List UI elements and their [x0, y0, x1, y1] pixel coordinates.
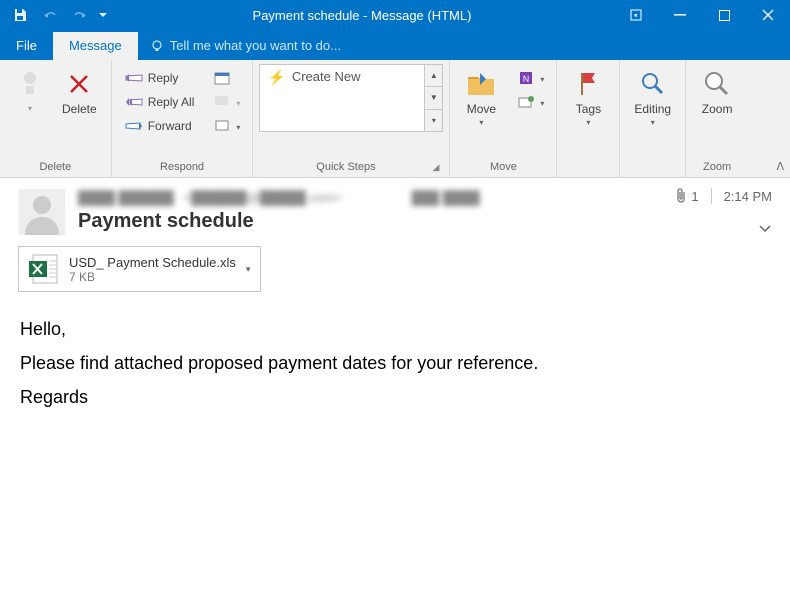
reply-button[interactable]: Reply	[118, 66, 201, 90]
collapse-ribbon-button[interactable]: ᐱ	[776, 160, 784, 173]
forward-icon	[124, 118, 144, 134]
lightning-icon: ⚡	[268, 69, 285, 86]
message-body: Hello, Please find attached proposed pay…	[0, 298, 790, 429]
window-buttons	[614, 0, 790, 30]
tab-file[interactable]: File	[0, 32, 53, 60]
save-icon[interactable]	[6, 1, 34, 29]
qs-up-button[interactable]: ▲	[425, 65, 442, 87]
chat-icon	[212, 94, 232, 110]
redo-icon[interactable]	[66, 1, 94, 29]
reply-icon	[124, 70, 144, 86]
close-button[interactable]	[746, 0, 790, 30]
qs-down-button[interactable]: ▼	[425, 87, 442, 109]
tags-button[interactable]: Tags ▾	[563, 64, 613, 131]
group-respond: Reply Reply All Forward ▾ ▾ Respond	[112, 60, 254, 177]
quick-steps-scroll: ▲ ▼ ▾	[425, 64, 443, 132]
group-quick-steps: ⚡ Create New ▲ ▼ ▾ Quick Steps◢	[253, 60, 450, 177]
quick-step-create-new[interactable]: ⚡ Create New	[259, 64, 425, 132]
group-zoom: Zoom Zoom	[686, 60, 748, 177]
group-editing: Editing ▾	[620, 60, 686, 177]
lightbulb-icon	[150, 39, 164, 53]
sender-avatar	[18, 188, 66, 236]
rules-button[interactable]: N▾	[510, 66, 550, 90]
svg-text:N: N	[523, 74, 530, 84]
minimize-button[interactable]	[658, 0, 702, 30]
delete-icon	[63, 68, 95, 100]
attachments-area: USD_ Payment Schedule.xls 7 KB ▾	[0, 236, 790, 298]
excel-file-icon	[29, 253, 61, 285]
minimize-popup-icon[interactable]	[614, 0, 658, 30]
quick-access-toolbar	[0, 1, 110, 29]
ribbon: ▾ Delete Delete Reply Reply All	[0, 60, 790, 178]
paperclip-icon	[675, 188, 687, 204]
window-title: Payment schedule - Message (HTML)	[110, 8, 614, 23]
junk-icon	[14, 68, 46, 100]
ignore-junk-button[interactable]: ▾	[6, 64, 54, 117]
attachment-indicator: 1	[675, 188, 698, 204]
quicksteps-launcher[interactable]: ◢	[432, 162, 443, 177]
sender-name: ████ ██████	[78, 190, 174, 205]
message-subject: Payment schedule	[78, 210, 772, 233]
delete-button[interactable]: Delete	[54, 64, 105, 120]
editing-button[interactable]: Editing ▾	[626, 64, 679, 131]
recipient: ███ ████	[412, 190, 480, 205]
attachment-item[interactable]: USD_ Payment Schedule.xls 7 KB ▾	[18, 246, 261, 292]
tab-message[interactable]: Message	[53, 32, 138, 60]
meeting-button[interactable]	[206, 66, 246, 90]
maximize-button[interactable]	[702, 0, 746, 30]
move-button[interactable]: Move ▾	[456, 64, 506, 131]
tell-me-search[interactable]: Tell me what you want to do...	[138, 38, 353, 60]
message-header: ████ ██████ <██████@█████.com> ███ ████ …	[0, 178, 790, 236]
zoom-button[interactable]: Zoom	[692, 64, 742, 120]
reply-all-icon	[124, 94, 144, 110]
ribbon-tabs: File Message Tell me what you want to do…	[0, 30, 790, 60]
flag-icon	[572, 68, 604, 100]
expand-header-button[interactable]	[758, 220, 772, 238]
find-icon	[637, 68, 669, 100]
qs-gallery-button[interactable]: ▾	[425, 110, 442, 131]
sender-email: <██████@█████.com>	[184, 190, 342, 205]
attachment-dropdown[interactable]: ▾	[236, 264, 251, 275]
move-folder-icon	[465, 68, 497, 100]
actions-button[interactable]: ▾	[510, 90, 550, 114]
attachment-size: 7 KB	[69, 270, 236, 284]
title-bar: Payment schedule - Message (HTML)	[0, 0, 790, 30]
forward-button[interactable]: Forward	[118, 114, 201, 138]
rules-icon: N	[516, 70, 536, 86]
more-icon	[212, 118, 232, 134]
im-button[interactable]: ▾	[206, 90, 246, 114]
sender-line: ████ ██████ <██████@█████.com> ███ ████	[78, 188, 772, 206]
zoom-icon	[701, 68, 733, 100]
reply-all-button[interactable]: Reply All	[118, 90, 201, 114]
actions-icon	[516, 94, 536, 110]
meeting-icon	[212, 70, 232, 86]
message-time: 2:14 PM	[724, 189, 772, 204]
group-move: Move ▾ N▾ ▾ Move	[450, 60, 557, 177]
undo-icon[interactable]	[36, 1, 64, 29]
attachment-name: USD_ Payment Schedule.xls	[69, 255, 236, 270]
group-tags: Tags ▾	[557, 60, 620, 177]
qat-customize-icon[interactable]	[96, 1, 110, 29]
more-respond-button[interactable]: ▾	[206, 114, 246, 138]
group-delete: ▾ Delete Delete	[0, 60, 112, 177]
